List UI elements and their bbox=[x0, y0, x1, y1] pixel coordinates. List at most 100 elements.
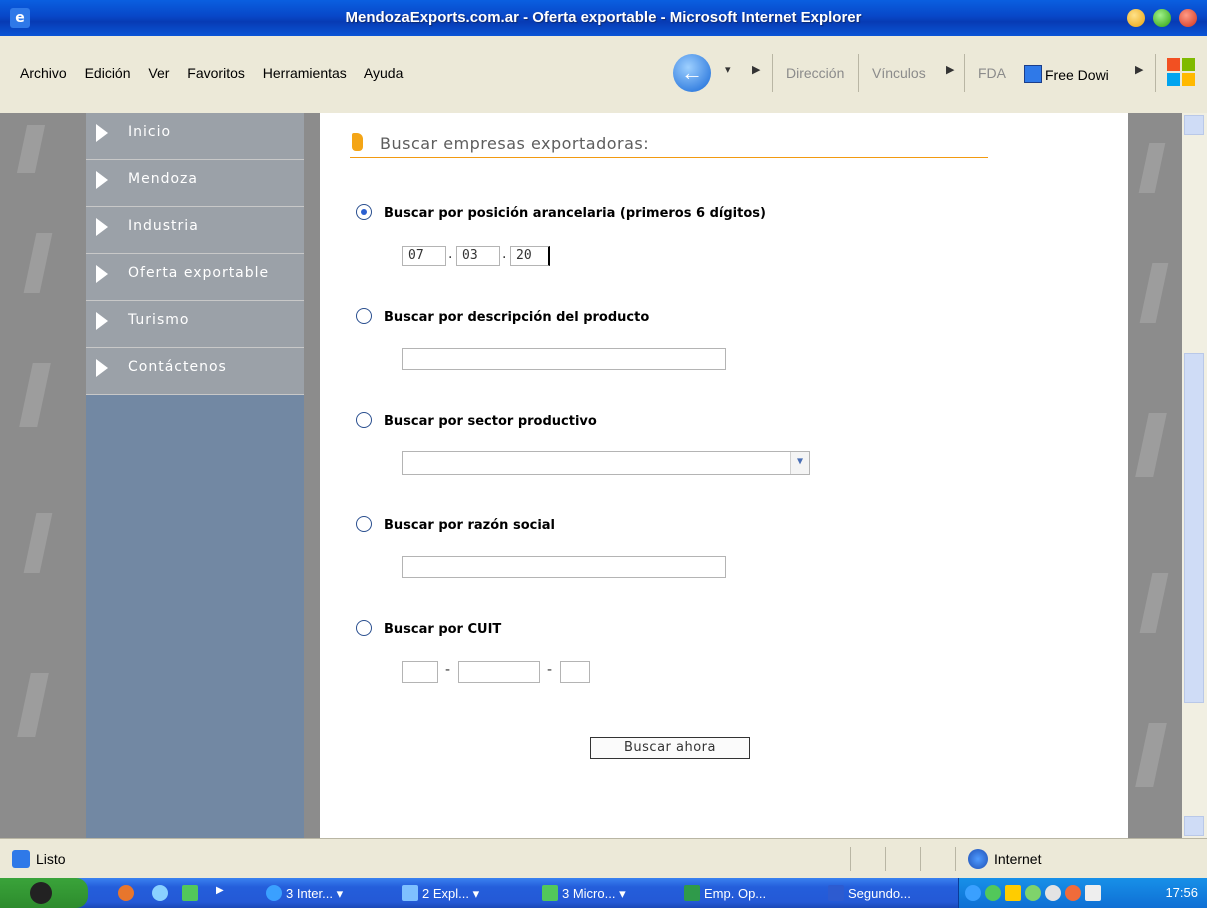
scroll-down-button[interactable] bbox=[1184, 816, 1204, 836]
menu-favoritos[interactable]: Favoritos bbox=[187, 65, 245, 81]
sidebar-item-contactenos[interactable]: Contáctenos bbox=[86, 348, 304, 395]
description-input[interactable] bbox=[402, 348, 726, 370]
tariff-field-3[interactable]: 20 bbox=[510, 246, 550, 266]
radio-tariff[interactable] bbox=[356, 204, 372, 220]
sidebar-item-label: Mendoza bbox=[128, 171, 198, 187]
tariff-separator: . bbox=[448, 246, 453, 262]
security-zone: Internet bbox=[994, 851, 1042, 867]
scroll-thumb[interactable] bbox=[1184, 353, 1204, 703]
menu-herramientas[interactable]: Herramientas bbox=[263, 65, 347, 81]
chevron-down-icon[interactable]: ▼ bbox=[790, 452, 809, 474]
links-overflow-icon[interactable]: ▶ bbox=[1135, 63, 1143, 76]
status-separator bbox=[955, 847, 956, 871]
status-separator bbox=[885, 847, 886, 871]
cuit-separator: - bbox=[445, 662, 451, 678]
tray-alert-icon[interactable] bbox=[1065, 885, 1081, 901]
sidebar-item-oferta-exportable[interactable]: Oferta exportable bbox=[86, 254, 304, 301]
globe-icon bbox=[968, 849, 988, 869]
link-fda[interactable]: FDA bbox=[978, 65, 1006, 81]
maximize-button[interactable] bbox=[1152, 9, 1171, 27]
taskbar-item-excel[interactable]: Emp. Op... bbox=[684, 885, 766, 901]
option-sector-label: Buscar por sector productivo bbox=[384, 414, 597, 429]
sidebar-item-label: Turismo bbox=[128, 312, 190, 328]
tray-app-icon[interactable] bbox=[1005, 885, 1021, 901]
tray-shield-icon[interactable] bbox=[1025, 885, 1041, 901]
links-label[interactable]: Vínculos bbox=[872, 65, 926, 81]
minimize-button[interactable] bbox=[1126, 9, 1145, 27]
taskbar: ▶ 3 Inter... ▾ 2 Expl... ▾ 3 Micro... ▾ … bbox=[0, 878, 1207, 908]
play-arrow-icon bbox=[96, 312, 108, 330]
link-free-download[interactable]: Free Dowi bbox=[1024, 65, 1109, 83]
company-input[interactable] bbox=[402, 556, 726, 578]
sidebar-item-turismo[interactable]: Turismo bbox=[86, 301, 304, 348]
search-button[interactable]: Buscar ahora bbox=[590, 737, 750, 759]
tray-messenger-icon[interactable] bbox=[985, 885, 1001, 901]
messenger-icon[interactable] bbox=[152, 885, 168, 901]
cuit-field-2[interactable] bbox=[458, 661, 540, 683]
status-separator bbox=[850, 847, 851, 871]
play-arrow-icon bbox=[96, 218, 108, 236]
status-separator bbox=[920, 847, 921, 871]
taskbar-item-explorer[interactable]: 2 Expl... ▾ bbox=[402, 885, 479, 902]
taskbar-item-word[interactable]: Segundo... bbox=[828, 885, 911, 901]
decorative-shape bbox=[1139, 573, 1169, 633]
option-description-label: Buscar por descripción del producto bbox=[384, 310, 650, 325]
radio-description[interactable] bbox=[356, 308, 372, 324]
window-title: MendozaExports.com.ar - Oferta exportabl… bbox=[345, 9, 862, 26]
close-button[interactable] bbox=[1179, 9, 1197, 27]
firefox-icon[interactable] bbox=[118, 885, 134, 901]
radio-company[interactable] bbox=[356, 516, 372, 532]
page-icon bbox=[1024, 65, 1042, 83]
taskbar-item-internet[interactable]: 3 Inter... ▾ bbox=[266, 885, 343, 902]
address-label[interactable]: Dirección bbox=[786, 65, 844, 81]
scroll-up-button[interactable] bbox=[1184, 115, 1204, 135]
tariff-field-1[interactable]: 07 bbox=[402, 246, 446, 266]
menu-ayuda[interactable]: Ayuda bbox=[364, 65, 403, 81]
back-arrow-icon[interactable]: ← bbox=[673, 54, 711, 92]
option-description: Buscar por descripción del producto bbox=[356, 308, 649, 325]
sidebar-item-inicio[interactable]: Inicio bbox=[86, 113, 304, 160]
decorative-shape bbox=[23, 513, 53, 573]
tray-ie-icon[interactable] bbox=[965, 885, 981, 901]
option-tariff: Buscar por posición arancelaria (primero… bbox=[356, 204, 766, 221]
play-arrow-icon bbox=[96, 265, 108, 283]
forward-arrow-icon[interactable]: ▶ bbox=[752, 63, 760, 76]
search-panel: Buscar empresas exportadoras: Buscar por… bbox=[320, 113, 1128, 838]
status-bar: Listo Internet bbox=[0, 838, 1207, 879]
penguin-icon bbox=[30, 882, 52, 904]
clock: 17:56 bbox=[1165, 885, 1198, 900]
toolbar-separator bbox=[1155, 54, 1156, 92]
app-icon bbox=[542, 885, 558, 901]
section-heading: Buscar empresas exportadoras: bbox=[350, 133, 988, 158]
system-tray: 17:56 bbox=[958, 878, 1207, 908]
menu-archivo[interactable]: Archivo bbox=[20, 65, 67, 81]
option-tariff-label: Buscar por posición arancelaria (primero… bbox=[384, 206, 766, 221]
excel-icon bbox=[684, 885, 700, 901]
taskbar-item-micro[interactable]: 3 Micro... ▾ bbox=[542, 885, 626, 902]
cuit-field-1[interactable] bbox=[402, 661, 438, 683]
decorative-shape bbox=[23, 233, 53, 293]
cuit-field-3[interactable] bbox=[560, 661, 590, 683]
play-arrow-icon bbox=[96, 171, 108, 189]
option-company: Buscar por razón social bbox=[356, 516, 555, 533]
tray-chat-icon[interactable] bbox=[1045, 885, 1061, 901]
tariff-field-2[interactable]: 03 bbox=[456, 246, 500, 266]
menu-edicion[interactable]: Edición bbox=[85, 65, 131, 81]
back-dropdown-icon[interactable]: ▾ bbox=[725, 63, 731, 76]
content-gutter bbox=[304, 113, 320, 838]
web-page: Inicio Mendoza Industria Oferta exportab… bbox=[0, 113, 1182, 838]
sidebar-item-industria[interactable]: Industria bbox=[86, 207, 304, 254]
radio-cuit[interactable] bbox=[356, 620, 372, 636]
title-bar: e MendozaExports.com.ar - Oferta exporta… bbox=[0, 0, 1207, 36]
toolbar-separator bbox=[858, 54, 859, 92]
quicklaunch-chevron-icon[interactable]: ▶ bbox=[216, 885, 224, 896]
start-button[interactable] bbox=[0, 878, 88, 908]
sidebar-item-mendoza[interactable]: Mendoza bbox=[86, 160, 304, 207]
vertical-scrollbar[interactable] bbox=[1182, 113, 1207, 838]
app-icon[interactable] bbox=[182, 885, 198, 901]
radio-sector[interactable] bbox=[356, 412, 372, 428]
sector-select[interactable]: ▼ bbox=[402, 451, 810, 475]
links-chevron-icon[interactable]: ▶ bbox=[946, 63, 954, 76]
tray-device-icon[interactable] bbox=[1085, 885, 1101, 901]
menu-ver[interactable]: Ver bbox=[148, 65, 169, 81]
